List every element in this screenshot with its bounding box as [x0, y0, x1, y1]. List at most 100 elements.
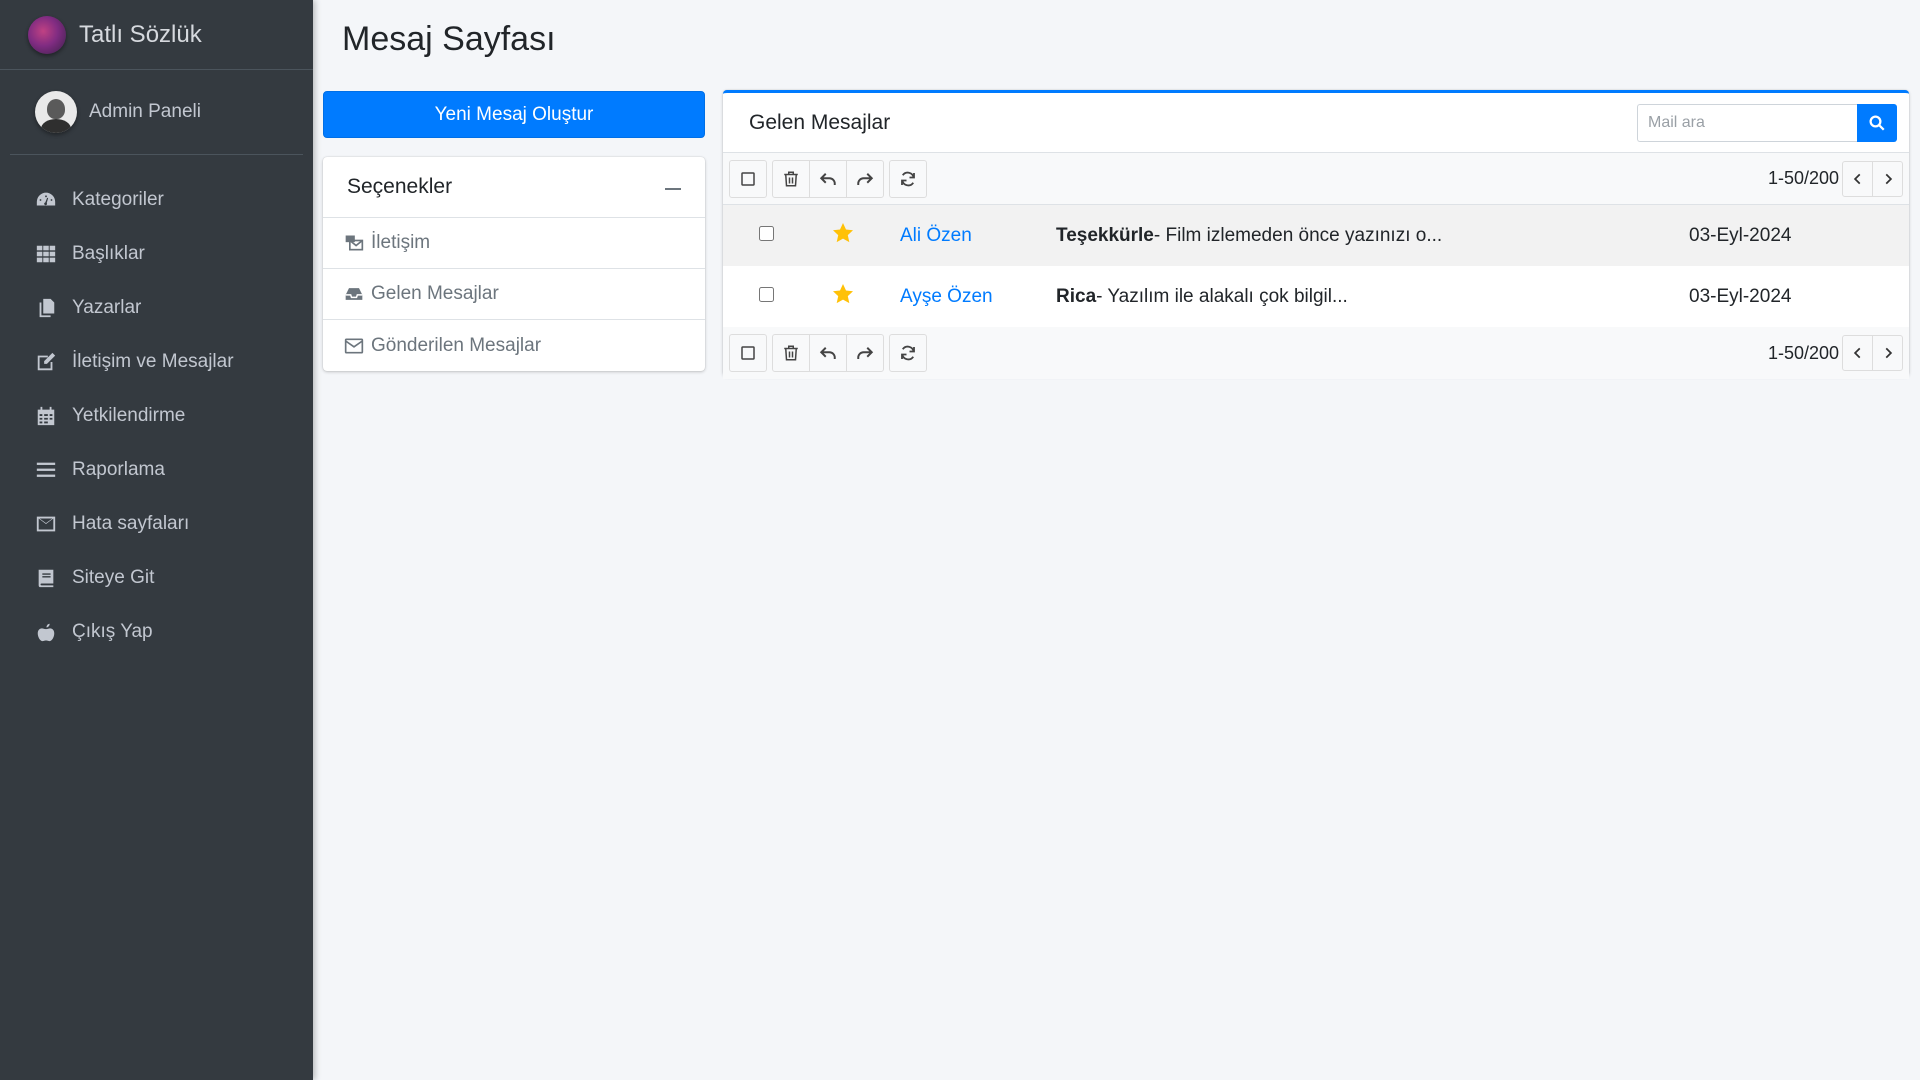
reply-icon [819, 347, 836, 359]
square-icon [741, 346, 755, 360]
preview-text: - Yazılım ile alakalı çok bilgil... [1096, 285, 1348, 307]
brand-name: Tatlı Sözlük [79, 20, 202, 48]
brand-logo [28, 15, 66, 54]
search-button[interactable] [1857, 103, 1897, 142]
forward-button[interactable] [846, 159, 884, 198]
prev-page-button[interactable] [1842, 160, 1873, 197]
mailbox-toolbar-top: 1-50/200 [723, 153, 1909, 205]
row-sender-cell: Ayşe Özen [888, 266, 1056, 327]
sidebar-item-yetkilendirme[interactable]: Yetkilendirme [0, 389, 313, 443]
pager-text: 1-50/200 [1767, 168, 1839, 188]
row-date: 03-Eyl-2024 [1689, 285, 1792, 307]
compose-message-button[interactable]: Yeni Mesaj Oluştur [323, 91, 705, 138]
row-star-cell [798, 205, 888, 266]
mailbox-toolbar-bottom: 1-50/200 [723, 327, 1909, 379]
select-all-button[interactable] [729, 159, 767, 198]
search-icon [1869, 115, 1885, 131]
delete-button[interactable] [772, 334, 810, 372]
dashboard-icon [34, 188, 58, 212]
sidebar-item-label: Başlıklar [72, 243, 145, 264]
row-checkbox[interactable] [759, 225, 774, 241]
sidebar-item-label: Kategoriler [72, 189, 164, 210]
minus-icon[interactable] [665, 188, 681, 190]
forward-button[interactable] [846, 334, 884, 372]
row-subject-cell[interactable]: Rica- Yazılım ile alakalı çok bilgil... [1056, 266, 1689, 327]
refresh-button[interactable] [889, 334, 927, 372]
mailbox-title: Gelen Mesajlar [749, 110, 891, 134]
next-page-button[interactable] [1872, 335, 1903, 371]
sidebar-nav: Kategoriler Başlıklar Yazarlar İletişim … [0, 155, 313, 659]
sidebar-item-label: İletişim ve Mesajlar [72, 351, 234, 372]
select-all-button[interactable] [729, 334, 767, 372]
sidebar-item-yazarlar[interactable]: Yazarlar [0, 281, 313, 335]
trash-icon [784, 345, 798, 361]
mail-actions [729, 334, 927, 372]
user-name: Admin Paneli [89, 101, 201, 122]
pagination: 1-50/200 [1768, 335, 1903, 371]
chevron-left-icon [1853, 347, 1860, 359]
subject-text: Rica [1056, 285, 1097, 307]
edit-icon [34, 350, 58, 374]
option-label: Gelen Mesajlar [371, 283, 499, 304]
sync-icon [901, 171, 915, 186]
pagination: 1-50/200 [1767, 160, 1903, 197]
chevron-right-icon [1885, 347, 1892, 359]
reply-button[interactable] [809, 159, 847, 198]
row-checkbox[interactable] [759, 286, 774, 302]
search-input[interactable] [1637, 103, 1857, 142]
options-card: Seçenekler İletişim Gelen Mesajlar Gönde… [323, 157, 705, 371]
sidebar-item-iletisim-mesajlar[interactable]: İletişim ve Mesajlar [0, 335, 313, 389]
next-page-button[interactable] [1872, 160, 1903, 197]
sync-icon [901, 345, 915, 361]
mail-actions [729, 159, 927, 198]
star-icon[interactable] [831, 282, 855, 306]
option-label: İletişim [371, 232, 431, 253]
share-icon [857, 347, 874, 359]
mailbox-card: Gelen Mesajlar Mail ara 1-50/200 Ali Öze… [723, 90, 1909, 379]
user-panel[interactable]: Admin Paneli [10, 70, 303, 155]
row-star-cell [798, 266, 888, 327]
option-gonderilen-mesajlar[interactable]: Gönderilen Mesajlar [323, 320, 705, 371]
delete-button[interactable] [772, 159, 810, 198]
reply-button[interactable] [809, 334, 847, 372]
prev-page-button[interactable] [1842, 335, 1873, 371]
sidebar: Tatlı Sözlük Admin Paneli Kategoriler Ba… [0, 0, 313, 1080]
square-icon [741, 171, 755, 186]
sidebar-item-siteye-git[interactable]: Siteye Git [0, 551, 313, 605]
mail-bulk-icon [343, 232, 367, 254]
sidebar-item-hata-sayfalari[interactable]: Hata sayfaları [0, 497, 313, 551]
sender-link[interactable]: Ayşe Özen [900, 286, 993, 307]
sidebar-item-raporlama[interactable]: Raporlama [0, 443, 313, 497]
sidebar-item-label: Yazarlar [72, 297, 142, 318]
subject-text: Teşekkürle [1056, 224, 1154, 246]
sidebar-item-kategoriler[interactable]: Kategoriler [0, 173, 313, 227]
sidebar-item-basliklar[interactable]: Başlıklar [0, 227, 313, 281]
chevron-right-icon [1885, 173, 1892, 184]
mail-search [1637, 103, 1897, 142]
envelope-icon [34, 512, 58, 536]
table-row[interactable]: Ali Özen Teşekkürle- Film izlemeden önce… [723, 205, 1909, 266]
refresh-button[interactable] [889, 159, 927, 198]
table-row[interactable]: Ayşe Özen Rica- Yazılım ile alakalı çok … [723, 266, 1909, 327]
avatar [35, 91, 77, 133]
star-icon[interactable] [831, 221, 855, 245]
sender-link[interactable]: Ali Özen [900, 225, 972, 246]
sidebar-item-label: Yetkilendirme [72, 405, 186, 426]
pager-text: 1-50/200 [1767, 342, 1839, 363]
chevron-left-icon [1853, 173, 1860, 184]
mailbox-header: Gelen Mesajlar [723, 93, 1909, 153]
sidebar-item-label: Siteye Git [72, 567, 155, 588]
option-iletisim[interactable]: İletişim [323, 218, 705, 269]
options-title: Seçenekler [347, 175, 453, 198]
envelope-icon [343, 335, 367, 357]
copy-icon [34, 296, 58, 320]
row-subject-cell[interactable]: Teşekkürle- Film izlemeden önce yazınızı… [1056, 205, 1689, 266]
option-label: Gönderilen Mesajlar [371, 334, 542, 356]
preview-text: - Film izlemeden önce yazınızı o... [1153, 224, 1443, 246]
brand-link[interactable]: Tatlı Sözlük [0, 0, 313, 70]
row-date: 03-Eyl-2024 [1689, 224, 1792, 246]
main-content: Mesaj Sayfası Yeni Mesaj Oluştur Seçenek… [313, 0, 1920, 1080]
sidebar-item-cikis-yap[interactable]: Çıkış Yap [0, 605, 313, 659]
grid-icon [34, 242, 58, 266]
option-gelen-mesajlar[interactable]: Gelen Mesajlar [323, 269, 705, 320]
